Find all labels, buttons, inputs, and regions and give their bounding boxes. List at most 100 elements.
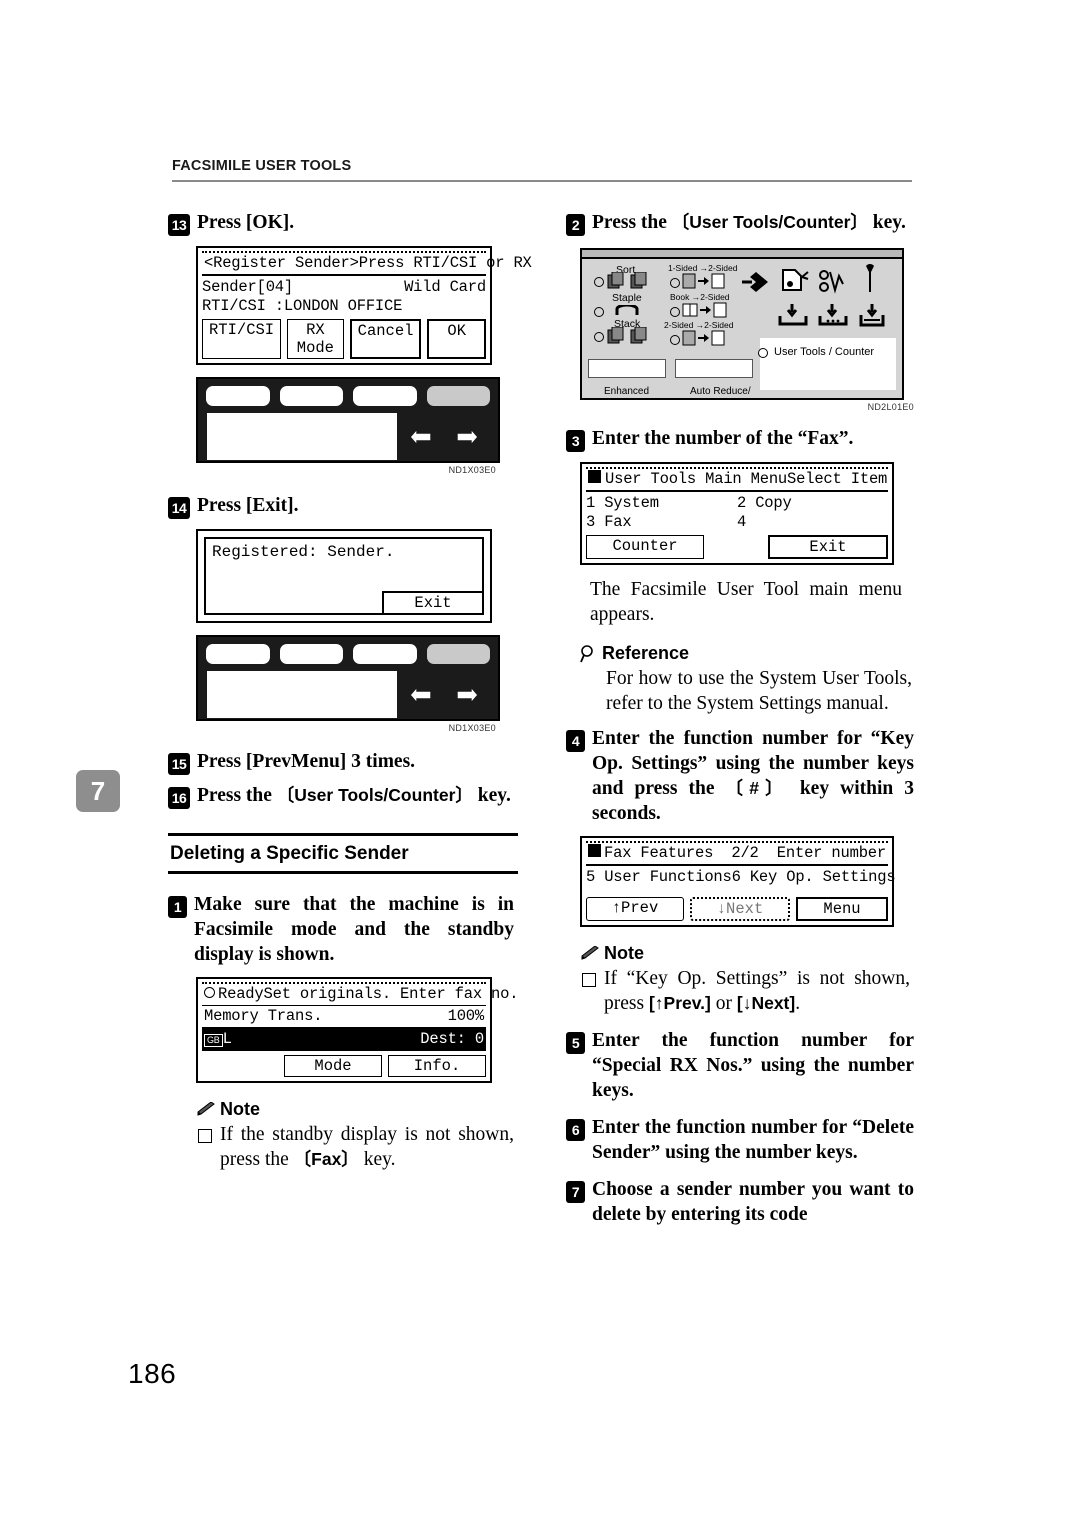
step-4: 4 Enter the function number for “Key Op.… (566, 726, 916, 826)
right-column: 2 Press the 〔User Tools/Counter〕 key. So… (566, 210, 916, 1229)
panel-button-auto-reduce[interactable] (675, 359, 753, 378)
step-number-badge: 3 (566, 430, 585, 452)
auto-reduce-label: Auto Reduce/ (690, 386, 751, 397)
duplex-icon-3 (682, 330, 725, 346)
note-bullet-icon (582, 973, 596, 987)
lcd-button-cancel[interactable]: Cancel (349, 319, 422, 359)
control-panel-body (198, 379, 498, 461)
lcd-ut-row-1: 1 System 2 Copy (586, 494, 888, 513)
soft-key-2[interactable] (279, 386, 343, 406)
lcd-ut-item-2[interactable]: 2 Copy (737, 494, 888, 513)
lcd-ff-button-row: ↑Prev ↓Next Menu (586, 897, 888, 921)
lcd-button-info[interactable]: Info. (388, 1055, 486, 1077)
sort-icon (607, 272, 647, 289)
step-number-badge: 5 (566, 1032, 585, 1054)
duplex-radio-1[interactable] (670, 278, 680, 288)
step-2-text-pre: Press the (592, 212, 672, 233)
control-panel-lower (206, 412, 490, 461)
lcd-title-left: <Register Sender> (204, 254, 359, 272)
control-panel-arrow-keys (398, 412, 490, 461)
header-rule (172, 180, 912, 182)
soft-key-4-highlighted[interactable] (426, 644, 490, 664)
machine-panel-button-row (588, 359, 840, 378)
lcd-standby-display: Ready Set originals. Enter fax no. Memor… (196, 977, 519, 1083)
lcd-button-counter[interactable]: Counter (586, 535, 704, 559)
lcd-line-2: RTI/CSI :LONDON OFFICE (202, 297, 486, 316)
sort-radio-icon[interactable] (594, 277, 604, 287)
page-number: 186 (128, 1358, 177, 1389)
energy-saver-icon (742, 272, 768, 292)
section-heading: Deleting a Specific Sender (170, 843, 409, 864)
arrow-left-icon[interactable] (408, 683, 434, 707)
step-3-caption: The Facsimile User Tool main menu appear… (590, 579, 902, 625)
step-16-key: 〔User Tools/Counter〕 (276, 785, 473, 805)
soft-key-1[interactable] (206, 386, 270, 406)
step-15-text-pre: Press (197, 751, 246, 772)
step-number-badge: 16 (168, 787, 190, 809)
stack-radio-icon[interactable] (594, 332, 604, 342)
lcd-ff-item-6[interactable]: 6 Key Op. Settings (732, 868, 896, 887)
panel-button-enhanced[interactable] (588, 359, 666, 378)
lcd-ut-title: User Tools Main Menu (588, 470, 787, 489)
step-14-text: Press [Exit]. (197, 493, 298, 519)
lcd-ff-title: Fax Features (588, 844, 713, 863)
lcd-button-exit[interactable]: Exit (768, 535, 888, 559)
lcd-titlebar: <Register Sender> Press RTI/CSI or RX (202, 251, 532, 276)
lcd-button-menu[interactable]: Menu (796, 897, 888, 921)
user-tools-radio-icon[interactable] (758, 348, 768, 358)
lcd-button-prev[interactable]: ↑Prev (586, 897, 684, 921)
lcd-button-next[interactable]: ↓Next (690, 897, 790, 921)
lcd-button-rti-csi[interactable]: RTI/CSI (202, 319, 282, 359)
note-item-text: If the standby display is not shown, pre… (220, 1124, 514, 1170)
reference-title: Reference (602, 643, 690, 663)
lcd-wild-card: Wild Card (404, 278, 486, 296)
lcd-button-exit[interactable]: Exit (382, 591, 484, 615)
step-13-key: [OK] (245, 212, 290, 233)
duplex-radio-2[interactable] (670, 307, 680, 317)
step-3: 3 Enter the number of the “Fax”. (566, 426, 916, 452)
duplex-radio-3[interactable] (670, 335, 680, 345)
staple-radio-icon[interactable] (594, 307, 604, 317)
note-item-text: If “Key Op. Settings” is not shown, pres… (604, 968, 910, 1014)
step-number-badge: 2 (566, 214, 585, 236)
step-15-key: [PrevMenu] (245, 751, 347, 772)
menu-marker-icon (588, 844, 601, 857)
step-number-badge: 6 (566, 1119, 585, 1141)
step-1: 1 Make sure that the machine is in Facsi… (168, 892, 518, 967)
soft-key-2[interactable] (279, 644, 343, 664)
note-item: If “Key Op. Settings” is not shown, pres… (580, 966, 916, 1016)
control-panel-arrow-keys (398, 670, 490, 719)
note-key-next: [↓Next] (736, 993, 796, 1013)
magnifier-icon (580, 644, 598, 663)
arrow-left-icon[interactable] (408, 425, 434, 449)
lcd-button-ok[interactable]: OK (427, 319, 486, 359)
lcd-ut-item-1[interactable]: 1 System (586, 494, 737, 513)
note-key-prev: [↑Prev.] (648, 993, 711, 1013)
lcd-standby-prompt: Set originals. Enter fax no. (263, 985, 519, 1003)
step-14-text-post: . (293, 495, 299, 516)
panel-button-user-tools[interactable] (762, 359, 840, 378)
lcd-ut-item-4[interactable]: 4 (737, 513, 888, 532)
note-block-right: Note If “Key Op. Settings” is not shown,… (580, 943, 916, 1016)
step-16-text-post: key. (472, 785, 511, 806)
step-14-key: [Exit] (245, 495, 294, 516)
lcd-registered-sender: Registered: Sender. Exit (196, 529, 492, 623)
lcd-ut-item-3[interactable]: 3 Fax (586, 513, 737, 532)
soft-key-1[interactable] (206, 644, 270, 664)
soft-key-3[interactable] (353, 644, 417, 664)
soft-key-3[interactable] (353, 386, 417, 406)
soft-key-4-highlighted[interactable] (426, 386, 490, 406)
arrow-right-icon[interactable] (454, 425, 480, 449)
arrow-right-icon[interactable] (454, 683, 480, 707)
lcd-button-mode[interactable]: Mode (284, 1055, 382, 1077)
clear-modes-icon (782, 269, 809, 291)
step-2-key: 〔User Tools/Counter〕 (671, 212, 868, 232)
step-13-text-post: . (289, 212, 295, 233)
lcd-ff-item-5[interactable]: 5 User Functions (586, 868, 732, 887)
step-2-text: Press the 〔User Tools/Counter〕 key. (592, 210, 906, 236)
lcd-button-rx-mode[interactable]: RX Mode (287, 319, 344, 359)
lcd-registered-message: Registered: Sender. (212, 543, 395, 561)
section-heading-block: Deleting a Specific Sender (168, 833, 518, 874)
running-head-title: FACSIMILE USER TOOLS (172, 158, 352, 174)
lcd-standby-dest-row: GB L Dest: 0 (202, 1028, 486, 1051)
